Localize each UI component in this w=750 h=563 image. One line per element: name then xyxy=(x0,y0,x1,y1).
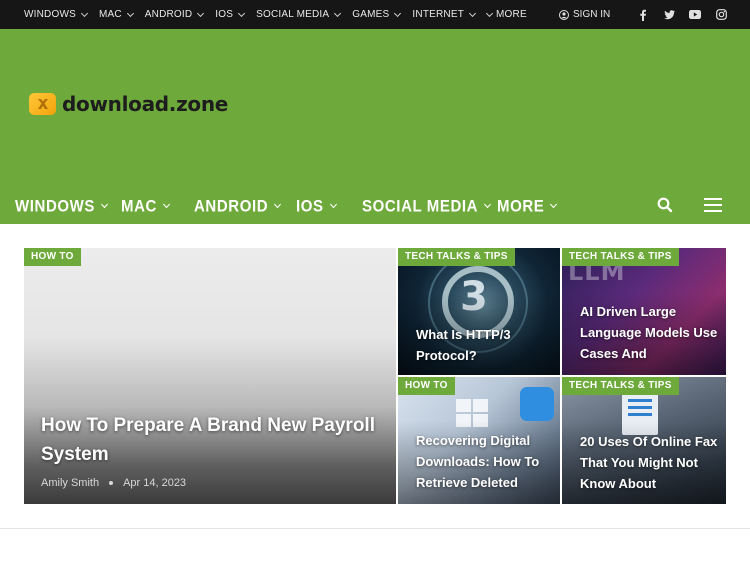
topnav-item-mac[interactable]: MAC xyxy=(98,9,134,20)
topnav-item-internet[interactable]: INTERNET xyxy=(412,9,477,20)
chevron-down-icon xyxy=(238,9,246,17)
chevron-down-icon xyxy=(334,9,342,17)
logo-text: download.zone xyxy=(62,92,229,116)
article-title[interactable]: 20 Uses Of Online Fax That You Might Not… xyxy=(580,431,720,494)
featured-card[interactable]: TECH TALKS & TIPS 20 Uses Of Online Fax … xyxy=(562,377,726,504)
chevron-down-icon xyxy=(329,200,337,209)
chevron-down-icon xyxy=(197,9,205,17)
topnav-item-social-media[interactable]: SOCIAL MEDIA xyxy=(256,9,342,20)
article-meta: Amily Smith Apr 14, 2023 xyxy=(41,477,186,489)
logo-icon xyxy=(29,93,56,115)
topnav-item-windows[interactable]: WINDOWS xyxy=(24,9,88,20)
category-badge[interactable]: HOW TO xyxy=(398,377,455,395)
topnav-label: SOCIAL MEDIA xyxy=(256,9,330,20)
search-icon[interactable] xyxy=(657,197,673,217)
article-title[interactable]: Recovering Digital Downloads: How To Ret… xyxy=(416,430,556,493)
mainnav-label: SOCIAL MEDIA xyxy=(362,196,479,216)
chevron-down-icon xyxy=(100,200,109,209)
mainnav-item-mac[interactable]: MAC xyxy=(121,187,171,226)
twitter-icon[interactable] xyxy=(656,9,682,20)
chevron-down-icon xyxy=(162,200,171,209)
topnav-item-games[interactable]: GAMES xyxy=(352,9,402,20)
topnav-label: INTERNET xyxy=(412,9,465,20)
featured-card[interactable]: 3 TECH TALKS & TIPS What Is HTTP/3 Proto… xyxy=(398,248,560,375)
youtube-icon[interactable] xyxy=(682,10,708,19)
section-divider xyxy=(0,528,750,529)
sign-in-link[interactable]: SIGN IN xyxy=(559,0,610,29)
topnav-item-android[interactable]: ANDROID xyxy=(144,9,205,20)
topnav-label: MORE xyxy=(496,9,527,20)
category-badge[interactable]: HOW TO xyxy=(24,248,81,266)
main-nav: WINDOWS MAC ANDROID IOS SOCIAL MEDIA MOR… xyxy=(0,188,750,224)
featured-card[interactable]: HOW TO Recovering Digital Downloads: How… xyxy=(398,377,560,504)
social-links xyxy=(630,0,734,29)
mainnav-item-more[interactable]: MORE xyxy=(497,187,558,226)
category-badge[interactable]: TECH TALKS & TIPS xyxy=(562,377,679,395)
mainnav-label: IOS xyxy=(296,196,324,216)
chevron-down-icon xyxy=(484,200,492,209)
topnav-label: ANDROID xyxy=(144,9,193,20)
facebook-icon[interactable] xyxy=(630,9,656,21)
chevron-down-icon xyxy=(80,9,88,17)
chevron-down-icon xyxy=(468,9,477,17)
mainnav-item-ios[interactable]: IOS xyxy=(296,187,337,226)
site-header: download.zone WINDOWS MAC ANDROID IOS SO… xyxy=(0,29,750,224)
topnav-item-ios[interactable]: IOS xyxy=(215,9,246,20)
hamburger-menu-icon[interactable] xyxy=(704,198,722,212)
sign-in-label: SIGN IN xyxy=(573,9,611,20)
chevron-down-icon xyxy=(394,9,402,17)
top-nav: WINDOWS MAC ANDROID IOS SOCIAL MEDIA GAM… xyxy=(24,0,539,29)
article-title[interactable]: What Is HTTP/3 Protocol? xyxy=(416,324,556,366)
article-date: Apr 14, 2023 xyxy=(123,477,187,489)
mainnav-item-android[interactable]: ANDROID xyxy=(194,187,282,226)
chevron-down-icon xyxy=(550,200,558,209)
mainnav-label: WINDOWS xyxy=(15,196,96,216)
topnav-label: GAMES xyxy=(352,9,390,20)
article-title[interactable]: How To Prepare A Brand New Payroll Syste… xyxy=(41,411,391,469)
topnav-item-more[interactable]: MORE xyxy=(485,9,527,20)
category-badge[interactable]: TECH TALKS & TIPS xyxy=(562,248,679,266)
separator-dot xyxy=(109,481,114,485)
chevron-down-icon xyxy=(274,200,282,209)
user-icon xyxy=(559,9,569,20)
topnav-label: MAC xyxy=(98,9,122,20)
instagram-icon[interactable] xyxy=(708,9,734,20)
mainnav-item-windows[interactable]: WINDOWS xyxy=(15,187,109,226)
mainnav-label: MORE xyxy=(497,196,545,216)
chevron-down-icon xyxy=(126,9,134,17)
topnav-label: IOS xyxy=(215,9,234,20)
site-logo[interactable]: download.zone xyxy=(29,92,228,116)
chevron-down-icon xyxy=(485,9,494,17)
top-bar: WINDOWS MAC ANDROID IOS SOCIAL MEDIA GAM… xyxy=(0,0,750,29)
mainnav-item-social-media[interactable]: SOCIAL MEDIA xyxy=(362,187,492,226)
featured-main-card[interactable]: HOW TO How To Prepare A Brand New Payrol… xyxy=(24,248,396,504)
mainnav-label: MAC xyxy=(121,196,157,216)
article-title[interactable]: AI Driven Large Language Models Use Case… xyxy=(580,301,720,364)
topnav-label: WINDOWS xyxy=(24,9,76,20)
mainnav-label: ANDROID xyxy=(194,196,269,216)
category-badge[interactable]: TECH TALKS & TIPS xyxy=(398,248,515,266)
featured-card[interactable]: LLM TECH TALKS & TIPS AI Driven Large La… xyxy=(562,248,726,375)
article-author[interactable]: Amily Smith xyxy=(41,477,99,489)
